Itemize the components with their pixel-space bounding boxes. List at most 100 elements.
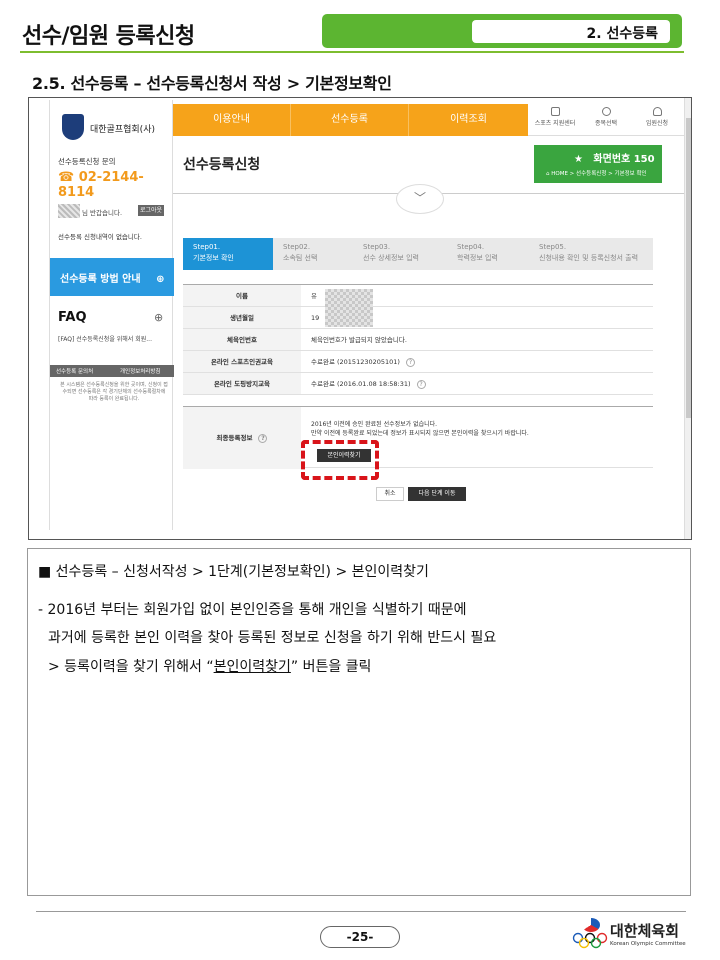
nav-item-history[interactable]: 이력조회 (409, 104, 528, 136)
utility-menu: 스포츠 지원센터 종목선택 임원신청 (528, 104, 684, 136)
find-history-button[interactable]: 본인이력찾기 (317, 449, 371, 462)
support-center-label: 스포츠 지원센터 (534, 120, 576, 127)
sidebar-note: 본 시스템은 선수등록신청을 위한 곳이며, 신청이 접수되면 선수등록은 각 … (60, 382, 168, 402)
step-2-label: 소속팀 선택 (283, 254, 318, 262)
support-center-link[interactable]: 스포츠 지원센터 (530, 106, 580, 127)
breadcrumb: ⌂ HOME > 선수등록신청 > 기본정보 확인 (546, 169, 647, 177)
scrollbar[interactable] (684, 98, 691, 539)
official-apply-label: 임원신청 (645, 120, 669, 127)
final-message-1: 2016년 이전에 승인 완료된 선수정보가 없습니다. (311, 421, 438, 428)
person-icon (652, 107, 662, 116)
step-3-no: Step03. (363, 243, 391, 251)
no-history-text: 선수등록 신청내역이 없습니다. (58, 233, 142, 241)
row-label: 체육인번호 (183, 329, 301, 350)
row-value-with-help: 수료완료 (20151230205101)? (311, 351, 415, 373)
help-icon[interactable]: ? (258, 433, 268, 443)
faq-item[interactable]: [FAQ] 선수등록신청을 위해서 회원... (58, 334, 152, 343)
row-value: 수료완료 (2016.01.08 18:58:31) (311, 380, 411, 388)
guide-label: 선수등록 방법 안내 (60, 274, 141, 285)
help-icon[interactable]: ? (405, 357, 415, 367)
sport-select-label: 종목선택 (594, 120, 618, 127)
logout-button[interactable]: 로그아웃 (138, 205, 164, 216)
step-5-label: 신청내용 확인 및 등록신청서 출력 (539, 254, 639, 262)
step-3-label: 선수 상세정보 입력 (363, 254, 419, 262)
scroll-thumb[interactable] (686, 118, 691, 418)
chevron-down-icon[interactable]: ﹀ (396, 184, 444, 214)
greeting: 님 반갑습니다. (82, 209, 123, 217)
shield-icon (62, 114, 84, 140)
registration-guide-button[interactable]: 선수등록 방법 안내 ⊕ (50, 258, 174, 296)
explanation-line-2: 과거에 등록한 본인 이력을 찾아 등록된 정보로 신청을 하기 위해 반드시 … (48, 630, 497, 646)
page-number: -25- (320, 926, 400, 948)
org-name: 대한골프협회(사) (90, 125, 155, 135)
row-value-with-help: 수료완료 (2016.01.08 18:58:31)? (311, 373, 426, 395)
step-4-no: Step04. (457, 243, 485, 251)
explanation-line-3: > 등록이력을 찾기 위해서 “본인이력찾기” 버튼을 클릭 (48, 656, 371, 676)
document-icon (550, 107, 560, 116)
smile-icon (601, 107, 611, 116)
step-1-label: 기본정보 확인 (193, 254, 234, 262)
final-registration-row: 최종등록정보? 2016년 이전에 승인 완료된 선수정보가 없습니다. 만약 … (183, 406, 653, 480)
explanation-line-3-pre: > 등록이력을 찾기 위해서 “ (48, 659, 214, 675)
cancel-button[interactable]: 취소 (376, 487, 404, 501)
explanation-line-1: - 2016년 부터는 회원가입 없이 본인인증을 통해 개인을 식별하기 때문… (38, 602, 467, 618)
section-subheading: 2.5. 선수등록 – 선수등록신청서 작성 > 기본정보확인 (32, 74, 392, 93)
basic-info-table: 이름 유 생년월일 19 체육인번호 체육인번호가 발급되지 않았습니다. 온라인 스… (183, 284, 653, 501)
header-rule (20, 51, 684, 53)
row-value: 수료완료 (20151230205101) (311, 358, 400, 366)
faq-more-icon[interactable]: ⊕ (154, 311, 163, 324)
footer-rule (36, 911, 686, 912)
sport-select-link[interactable]: 종목선택 (581, 106, 631, 127)
taegeuk-icon (582, 918, 600, 932)
row-label: 온라인 도핑방지교육 (183, 373, 301, 394)
phone-number: 02-2144-8114 (58, 170, 144, 200)
tab-privacy-policy[interactable]: 개인정보처리방침 (120, 367, 160, 375)
redacted-name-mosaic (325, 289, 373, 327)
row-value: 체육인번호가 발급되지 않았습니다. (311, 336, 407, 344)
sidebar-tabs: 선수등록 문의처 개인정보처리방침 (50, 365, 174, 377)
screen-number-label: 화면번호 150 (593, 154, 655, 165)
step-4-label: 학력정보 입력 (457, 254, 498, 262)
next-step-button[interactable]: 다음 단계 이동 (408, 487, 466, 501)
embedded-screenshot: 대한골프협회(사) 선수등록신청 문의 ☎ 02-2144-8114 님 반갑습… (28, 97, 692, 540)
final-registration-label: 최종등록정보? (183, 407, 301, 469)
screen-number: ★ 화면번호 150 (574, 150, 655, 165)
home-icon: ⌂ (546, 171, 550, 177)
table-row: 이름 유 (183, 285, 653, 307)
star-icon: ★ (574, 154, 583, 165)
plus-circle-icon: ⊕ (156, 274, 165, 285)
table-row: 생년월일 19 (183, 307, 653, 329)
screen-number-box: ★ 화면번호 150 ⌂ HOME > 선수등록신청 > 기본정보 확인 (534, 145, 662, 183)
step-3: Step03. 선수 상세정보 입력 (353, 238, 453, 270)
row-value: 19 (311, 314, 320, 322)
section-badge-label: 2. 선수등록 (472, 20, 670, 43)
row-label: 이름 (183, 285, 301, 306)
page-heading: 선수등록신청 (183, 157, 261, 173)
table-row: 체육인번호 체육인번호가 발급되지 않았습니다. (183, 329, 653, 351)
help-icon[interactable]: ? (416, 379, 426, 389)
document-title: 선수/임원 등록신청 (22, 24, 195, 49)
inquiry-phone: ☎ 02-2144-8114 (58, 170, 144, 200)
koc-name: 대한체육회 (610, 922, 680, 940)
tab-inquiry[interactable]: 선수등록 문의처 (56, 367, 93, 375)
official-apply-link[interactable]: 임원신청 (632, 106, 682, 127)
olympic-rings-icon (572, 932, 608, 949)
explanation-heading: ■ 선수등록 – 신청서작성 > 1단계(기본정보확인) > 본인이력찾기 (38, 564, 429, 580)
login-row: 님 반갑습니다. 로그아웃 (58, 204, 168, 220)
org-logo[interactable]: 대한골프협회(사) (56, 108, 168, 150)
final-message-2: 만약 이전에 등록완료 되었는데 정보가 표시되지 않으면 본인이력을 찾으시기… (311, 430, 529, 437)
top-nav: 이용안내 선수등록 이력조회 (173, 104, 528, 136)
sidebar: 대한골프협회(사) 선수등록신청 문의 ☎ 02-2144-8114 님 반갑습… (49, 100, 174, 530)
nav-item-registration[interactable]: 선수등록 (291, 104, 409, 136)
table-row: 온라인 스포츠인권교육 수료완료 (20151230205101)? (183, 351, 653, 373)
explanation-panel: ■ 선수등록 – 신청서작성 > 1단계(기본정보확인) > 본인이력찾기 - … (27, 548, 691, 896)
nav-item-guide[interactable]: 이용안내 (173, 104, 291, 136)
inquiry-label: 선수등록신청 문의 (58, 157, 116, 166)
final-label-text: 최종등록정보 (216, 434, 253, 442)
koc-name-en: Korean Olympic Committee (610, 941, 686, 947)
koc-logo: 대한체육회 Korean Olympic Committee (572, 918, 692, 954)
explanation-button-name: 본인이력찾기 (213, 659, 291, 675)
table-row: 온라인 도핑방지교육 수료완료 (2016.01.08 18:58:31)? (183, 373, 653, 395)
blurred-username (58, 204, 80, 218)
step-2: Step02. 소속팀 선택 (273, 238, 363, 270)
